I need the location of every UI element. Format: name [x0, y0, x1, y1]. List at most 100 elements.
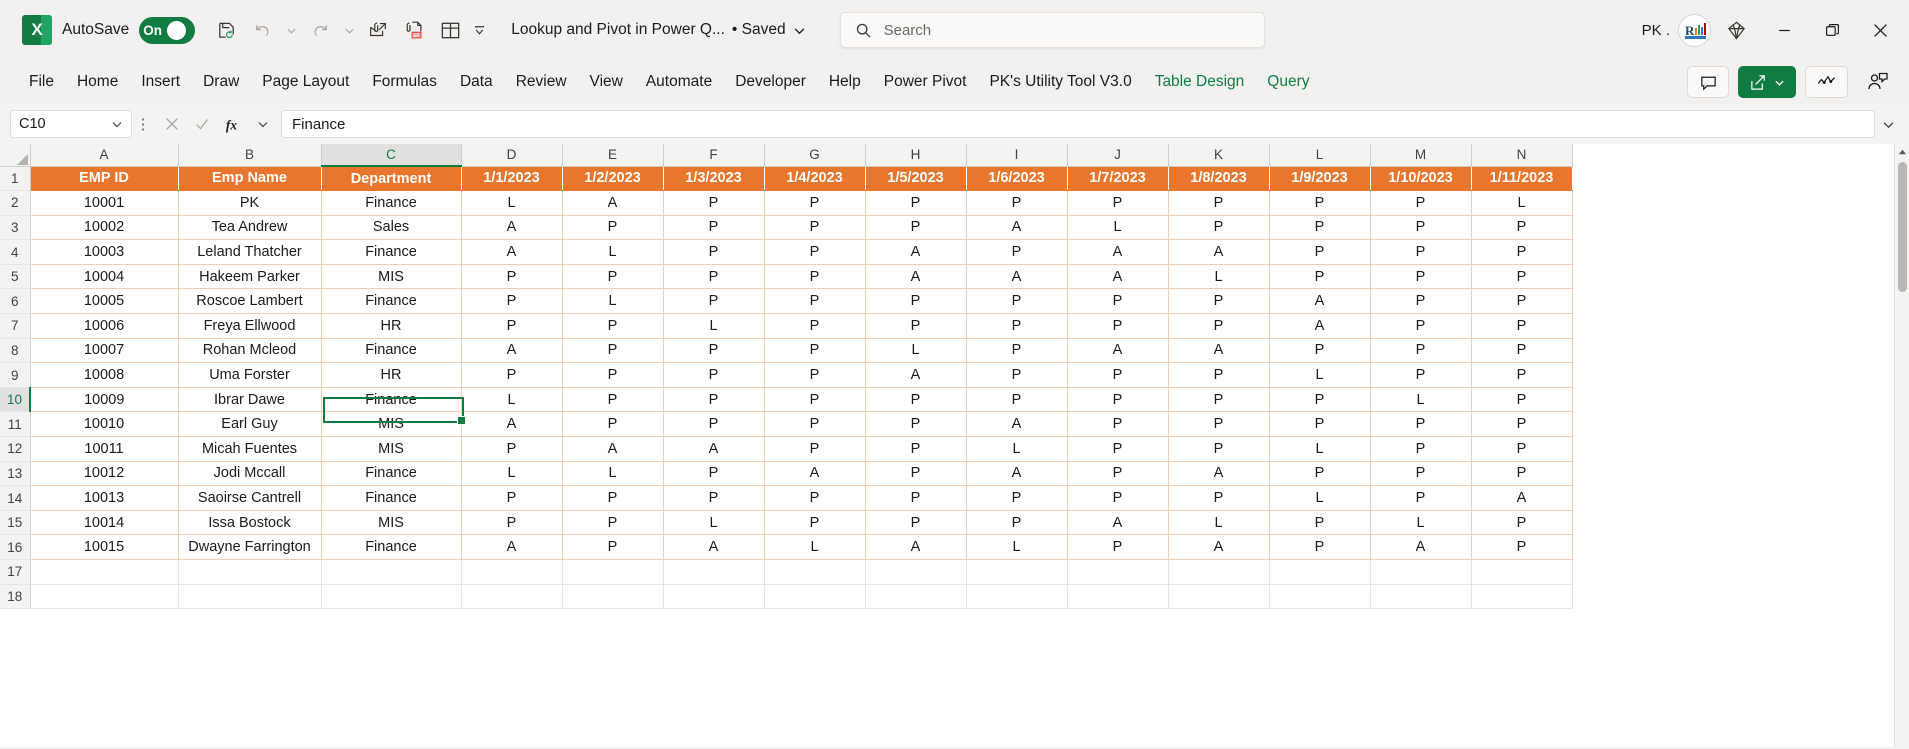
- cell-J13[interactable]: P: [1067, 461, 1169, 487]
- cell-I10[interactable]: P: [966, 387, 1068, 413]
- cell-L10[interactable]: P: [1269, 387, 1371, 413]
- cell-J8[interactable]: A: [1067, 338, 1169, 364]
- cell-H9[interactable]: A: [865, 362, 967, 388]
- ribbon-tab-view[interactable]: View: [579, 67, 634, 97]
- cell-A8[interactable]: 10007: [30, 338, 179, 364]
- cell-E18[interactable]: [562, 584, 664, 610]
- cell-B16[interactable]: Dwayne Farrington: [178, 534, 322, 560]
- cell-L4[interactable]: P: [1269, 239, 1371, 265]
- cell-K12[interactable]: P: [1168, 436, 1270, 462]
- column-header-B[interactable]: B: [178, 144, 322, 167]
- cell-N15[interactable]: P: [1471, 510, 1573, 536]
- cell-I6[interactable]: P: [966, 288, 1068, 315]
- cell-J7[interactable]: P: [1067, 313, 1169, 339]
- column-header-E[interactable]: E: [562, 144, 664, 167]
- cell-A2[interactable]: 10001: [30, 190, 179, 216]
- row-header-13[interactable]: 13: [0, 461, 31, 487]
- cell-F4[interactable]: P: [663, 239, 765, 265]
- restore-icon[interactable]: [1809, 9, 1855, 51]
- cell-E1[interactable]: 1/2/2023: [562, 166, 664, 192]
- cell-C18[interactable]: [321, 584, 462, 610]
- cell-C3[interactable]: Sales: [321, 215, 462, 241]
- cell-M4[interactable]: P: [1370, 239, 1472, 265]
- cell-E12[interactable]: A: [562, 436, 664, 462]
- cell-G4[interactable]: P: [764, 239, 866, 265]
- cell-E15[interactable]: P: [562, 510, 664, 536]
- cell-G1[interactable]: 1/4/2023: [764, 166, 866, 192]
- cell-L5[interactable]: P: [1269, 264, 1371, 290]
- cell-B3[interactable]: Tea Andrew: [178, 215, 322, 241]
- formula-input[interactable]: Finance: [281, 110, 1875, 138]
- vertical-scrollbar[interactable]: [1894, 144, 1909, 747]
- cell-M2[interactable]: P: [1370, 190, 1472, 216]
- cell-M7[interactable]: P: [1370, 313, 1472, 339]
- cell-D2[interactable]: L: [461, 190, 563, 216]
- cell-M6[interactable]: P: [1370, 288, 1472, 315]
- document-title-chevron-down-icon[interactable]: [793, 24, 806, 37]
- row-header-6[interactable]: 6: [0, 288, 31, 315]
- cell-M14[interactable]: P: [1370, 485, 1472, 511]
- cell-K1[interactable]: 1/8/2023: [1168, 166, 1270, 192]
- cell-I12[interactable]: L: [966, 436, 1068, 462]
- redo-chevron-down-icon[interactable]: [339, 13, 359, 47]
- ribbon-tab-formulas[interactable]: Formulas: [361, 67, 448, 97]
- cell-I15[interactable]: P: [966, 510, 1068, 536]
- cell-C16[interactable]: Finance: [321, 534, 462, 560]
- column-header-J[interactable]: J: [1067, 144, 1169, 167]
- cell-F5[interactable]: P: [663, 264, 765, 290]
- cell-N13[interactable]: P: [1471, 461, 1573, 487]
- ribbon-tab-data[interactable]: Data: [449, 67, 504, 97]
- row-header-9[interactable]: 9: [0, 362, 31, 388]
- cell-G13[interactable]: A: [764, 461, 866, 487]
- ribbon-tab-pk-s-utility-tool-v3-0[interactable]: PK's Utility Tool V3.0: [978, 67, 1142, 97]
- row-header-1[interactable]: 1: [0, 166, 31, 192]
- document-title-area[interactable]: Lookup and Pivot in Power Q... • Saved: [511, 21, 805, 39]
- cell-M12[interactable]: P: [1370, 436, 1472, 462]
- cell-G8[interactable]: P: [764, 338, 866, 364]
- cell-J17[interactable]: [1067, 559, 1169, 585]
- cell-G14[interactable]: P: [764, 485, 866, 511]
- column-header-G[interactable]: G: [764, 144, 866, 167]
- cell-F10[interactable]: P: [663, 387, 765, 413]
- cell-B15[interactable]: Issa Bostock: [178, 510, 322, 536]
- cell-M13[interactable]: P: [1370, 461, 1472, 487]
- cell-H4[interactable]: A: [865, 239, 967, 265]
- enter-icon[interactable]: [194, 116, 210, 132]
- cell-D6[interactable]: P: [461, 288, 563, 315]
- cell-E3[interactable]: P: [562, 215, 664, 241]
- cell-F17[interactable]: [663, 559, 765, 585]
- cell-I3[interactable]: A: [966, 215, 1068, 241]
- cell-B1[interactable]: Emp Name: [178, 166, 322, 192]
- cell-B11[interactable]: Earl Guy: [178, 411, 322, 438]
- comments-button[interactable]: [1687, 66, 1729, 98]
- cell-I16[interactable]: L: [966, 534, 1068, 560]
- cell-L17[interactable]: [1269, 559, 1371, 585]
- cell-B14[interactable]: Saoirse Cantrell: [178, 485, 322, 511]
- cell-F13[interactable]: P: [663, 461, 765, 487]
- cell-N8[interactable]: P: [1471, 338, 1573, 364]
- cell-J6[interactable]: P: [1067, 288, 1169, 315]
- cell-H17[interactable]: [865, 559, 967, 585]
- cell-N18[interactable]: [1471, 584, 1573, 610]
- avatar[interactable]: R: [1678, 13, 1711, 47]
- cell-A7[interactable]: 10006: [30, 313, 179, 339]
- cell-E8[interactable]: P: [562, 338, 664, 364]
- cell-E17[interactable]: [562, 559, 664, 585]
- cell-E2[interactable]: A: [562, 190, 664, 216]
- cell-A6[interactable]: 10005: [30, 288, 179, 315]
- cell-B17[interactable]: [178, 559, 322, 585]
- cell-N5[interactable]: P: [1471, 264, 1573, 290]
- cell-L7[interactable]: A: [1269, 313, 1371, 339]
- cell-H13[interactable]: P: [865, 461, 967, 487]
- cell-J11[interactable]: P: [1067, 411, 1169, 438]
- cell-L3[interactable]: P: [1269, 215, 1371, 241]
- cell-N10[interactable]: P: [1471, 387, 1573, 413]
- cell-L16[interactable]: P: [1269, 534, 1371, 560]
- cell-C8[interactable]: Finance: [321, 338, 462, 364]
- cell-D7[interactable]: P: [461, 313, 563, 339]
- column-header-F[interactable]: F: [663, 144, 765, 167]
- cell-N11[interactable]: P: [1471, 411, 1573, 438]
- row-header-8[interactable]: 8: [0, 338, 31, 364]
- column-header-M[interactable]: M: [1370, 144, 1472, 167]
- cell-N1[interactable]: 1/11/2023: [1471, 166, 1573, 192]
